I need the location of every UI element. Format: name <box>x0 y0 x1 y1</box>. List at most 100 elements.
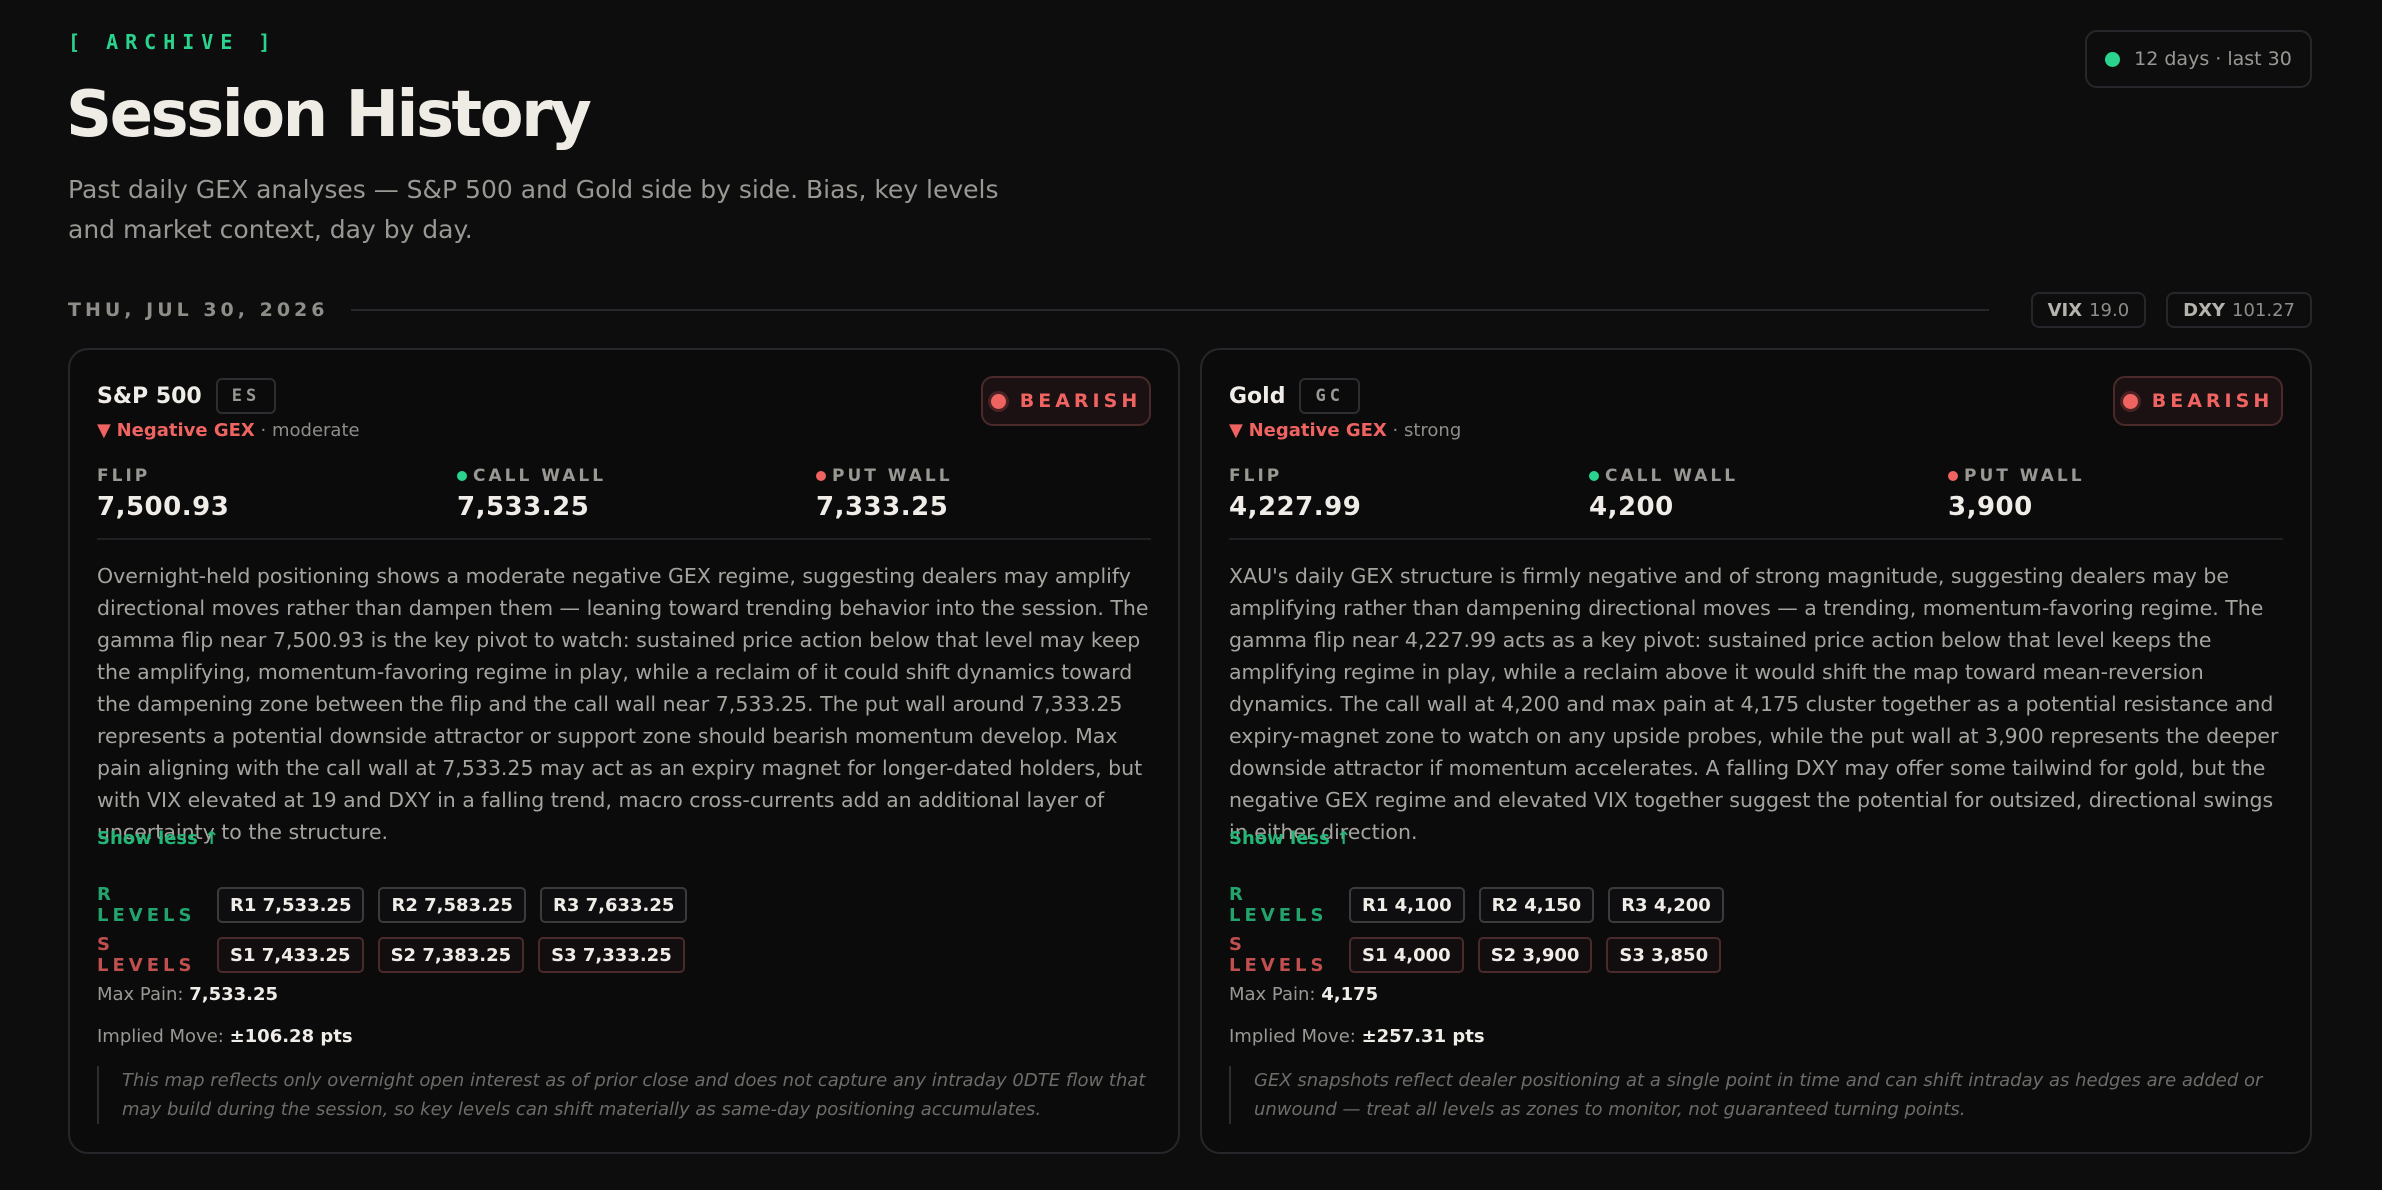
show-less-toggle[interactable]: Show less ↑ <box>97 828 219 849</box>
red-dot-icon <box>1948 471 1958 481</box>
vix-value: 19.0 <box>2089 299 2130 321</box>
support-levels: S LEVELS S1 7,433.25 S2 7,383.25 S3 7,33… <box>97 934 699 976</box>
bias-badge: BEARISH <box>2113 376 2283 426</box>
r-levels-label: R LEVELS <box>97 884 196 926</box>
level-chip-r3: R3 4,200 <box>1608 887 1724 923</box>
level-chip-s2: S2 7,383.25 <box>377 937 525 973</box>
page-title: Session History <box>66 78 592 152</box>
flip-label: FLIP <box>97 466 151 486</box>
analysis-text: XAU's daily GEX structure is firmly nega… <box>1229 564 2279 844</box>
gold-card: Gold GC ▼ Negative GEX · strong BEARISH … <box>1200 348 2312 1154</box>
level-chip-r1: R1 7,533.25 <box>217 887 365 923</box>
put-wall-value: 7,333.25 <box>816 492 949 522</box>
bias-label: BEARISH <box>1019 390 1142 412</box>
regime-label: Negative GEX <box>116 420 255 441</box>
ticker-badge: GC <box>1299 378 1360 414</box>
regime-strength: · moderate <box>254 420 360 441</box>
implied-move-value: ±257.31 pts <box>1361 1026 1485 1047</box>
implied-move-label: Implied Move: <box>97 1026 224 1047</box>
max-pain-label: Max Pain: <box>1229 984 1316 1005</box>
implied-move-label: Implied Move: <box>1229 1026 1356 1047</box>
stats-divider <box>97 538 1151 540</box>
asset-name: S&P 500 <box>97 383 202 409</box>
level-chip-s2: S2 3,900 <box>1477 937 1593 973</box>
level-chip-s1: S1 7,433.25 <box>217 937 364 973</box>
ticker-badge: ES <box>215 378 277 414</box>
level-chip-r2: R2 7,583.25 <box>378 887 526 923</box>
dxy-badge: DXY 101.27 <box>2166 292 2312 328</box>
vix-badge: VIX 19.0 <box>2030 292 2147 328</box>
implied-move: Implied Move: ±257.31 pts <box>1229 1026 1485 1047</box>
asset-name: Gold <box>1229 383 1286 409</box>
call-wall-label: CALL WALL <box>473 466 607 486</box>
regime-label: Negative GEX <box>1248 420 1387 441</box>
call-wall-value: 7,533.25 <box>457 492 590 522</box>
status-dot-icon <box>2105 51 2121 67</box>
call-wall-stat: CALL WALL 4,200 <box>1589 466 1738 522</box>
session-date-row: THU, JUL 30, 2026 VIX 19.0 DXY 101.27 <box>68 292 2312 328</box>
session-count-pill: 12 days · last 30 <box>2085 30 2312 88</box>
put-wall-label: PUT WALL <box>1964 466 2085 486</box>
level-chip-r2: R2 4,150 <box>1478 887 1595 923</box>
level-chip-r1: R1 4,100 <box>1349 887 1465 923</box>
flip-stat: FLIP 4,227.99 <box>1229 466 1361 522</box>
call-wall-label: CALL WALL <box>1605 466 1739 486</box>
disclaimer-note: GEX snapshots reflect dealer positioning… <box>1229 1066 2283 1124</box>
asset-header: S&P 500 ES <box>97 378 277 414</box>
max-pain-label: Max Pain: <box>97 984 184 1005</box>
disclaimer-note: This map reflects only overnight open in… <box>97 1066 1151 1124</box>
gex-regime: ▼ Negative GEX · moderate <box>97 420 360 441</box>
max-pain: Max Pain: 4,175 <box>1229 984 1378 1005</box>
max-pain-value: 4,175 <box>1321 984 1379 1005</box>
s-levels-label: S LEVELS <box>97 934 196 976</box>
green-dot-icon <box>1589 471 1599 481</box>
bias-label: BEARISH <box>2151 390 2274 412</box>
asset-header: Gold GC <box>1229 378 1360 414</box>
max-pain: Max Pain: 7,533.25 <box>97 984 278 1005</box>
put-wall-stat: PUT WALL 7,333.25 <box>816 466 953 522</box>
bias-dot-icon <box>2122 393 2138 409</box>
flip-stat: FLIP 7,500.93 <box>97 466 229 522</box>
date-divider <box>350 309 1989 311</box>
dxy-label: DXY <box>2183 299 2226 321</box>
down-triangle-icon: ▼ <box>1229 420 1243 441</box>
flip-label: FLIP <box>1229 466 1283 486</box>
call-wall-value: 4,200 <box>1589 492 1674 522</box>
sp500-card: S&P 500 ES ▼ Negative GEX · moderate BEA… <box>68 348 1180 1154</box>
red-dot-icon <box>816 471 826 481</box>
analysis-text: Overnight-held positioning shows a moder… <box>97 564 1149 844</box>
level-chip-s3: S3 3,850 <box>1606 937 1722 973</box>
put-wall-label: PUT WALL <box>832 466 953 486</box>
regime-strength: · strong <box>1386 420 1462 441</box>
put-wall-stat: PUT WALL 3,900 <box>1948 466 2085 522</box>
level-chip-r3: R3 7,633.25 <box>539 887 688 923</box>
stats-divider <box>1229 538 2283 540</box>
max-pain-value: 7,533.25 <box>189 984 279 1005</box>
key-stats: FLIP 7,500.93 CALL WALL 7,533.25 PUT WAL… <box>97 466 1151 522</box>
session-date: THU, JUL 30, 2026 <box>68 299 329 321</box>
implied-move: Implied Move: ±106.28 pts <box>97 1026 353 1047</box>
s-levels-label: S LEVELS <box>1229 934 1328 976</box>
show-less-toggle[interactable]: Show less ↑ <box>1229 828 1351 849</box>
support-levels: S LEVELS S1 4,000 S2 3,900 S3 3,850 <box>1229 934 1735 976</box>
r-levels-label: R LEVELS <box>1229 884 1328 926</box>
call-wall-stat: CALL WALL 7,533.25 <box>457 466 606 522</box>
key-stats: FLIP 4,227.99 CALL WALL 4,200 PUT WALL 3… <box>1229 466 2283 522</box>
level-chip-s3: S3 7,333.25 <box>538 937 685 973</box>
resistance-levels: R LEVELS R1 7,533.25 R2 7,583.25 R3 7,63… <box>97 884 701 926</box>
put-wall-value: 3,900 <box>1948 492 2033 522</box>
implied-move-value: ±106.28 pts <box>229 1026 353 1047</box>
bias-badge: BEARISH <box>981 376 1151 426</box>
bias-dot-icon <box>990 393 1006 409</box>
session-count-text: 12 days · last 30 <box>2134 48 2292 70</box>
page-subtitle: Past daily GEX analyses — S&P 500 and Go… <box>68 175 999 244</box>
flip-value: 4,227.99 <box>1229 492 1362 522</box>
vix-label: VIX <box>2047 299 2083 321</box>
green-dot-icon <box>457 471 467 481</box>
resistance-levels: R LEVELS R1 4,100 R2 4,150 R3 4,200 <box>1229 884 1738 926</box>
down-triangle-icon: ▼ <box>97 420 111 441</box>
dxy-value: 101.27 <box>2232 299 2295 321</box>
archive-eyebrow: [ ARCHIVE ] <box>68 30 278 54</box>
level-chip-s1: S1 4,000 <box>1349 937 1464 973</box>
flip-value: 7,500.93 <box>97 492 230 522</box>
